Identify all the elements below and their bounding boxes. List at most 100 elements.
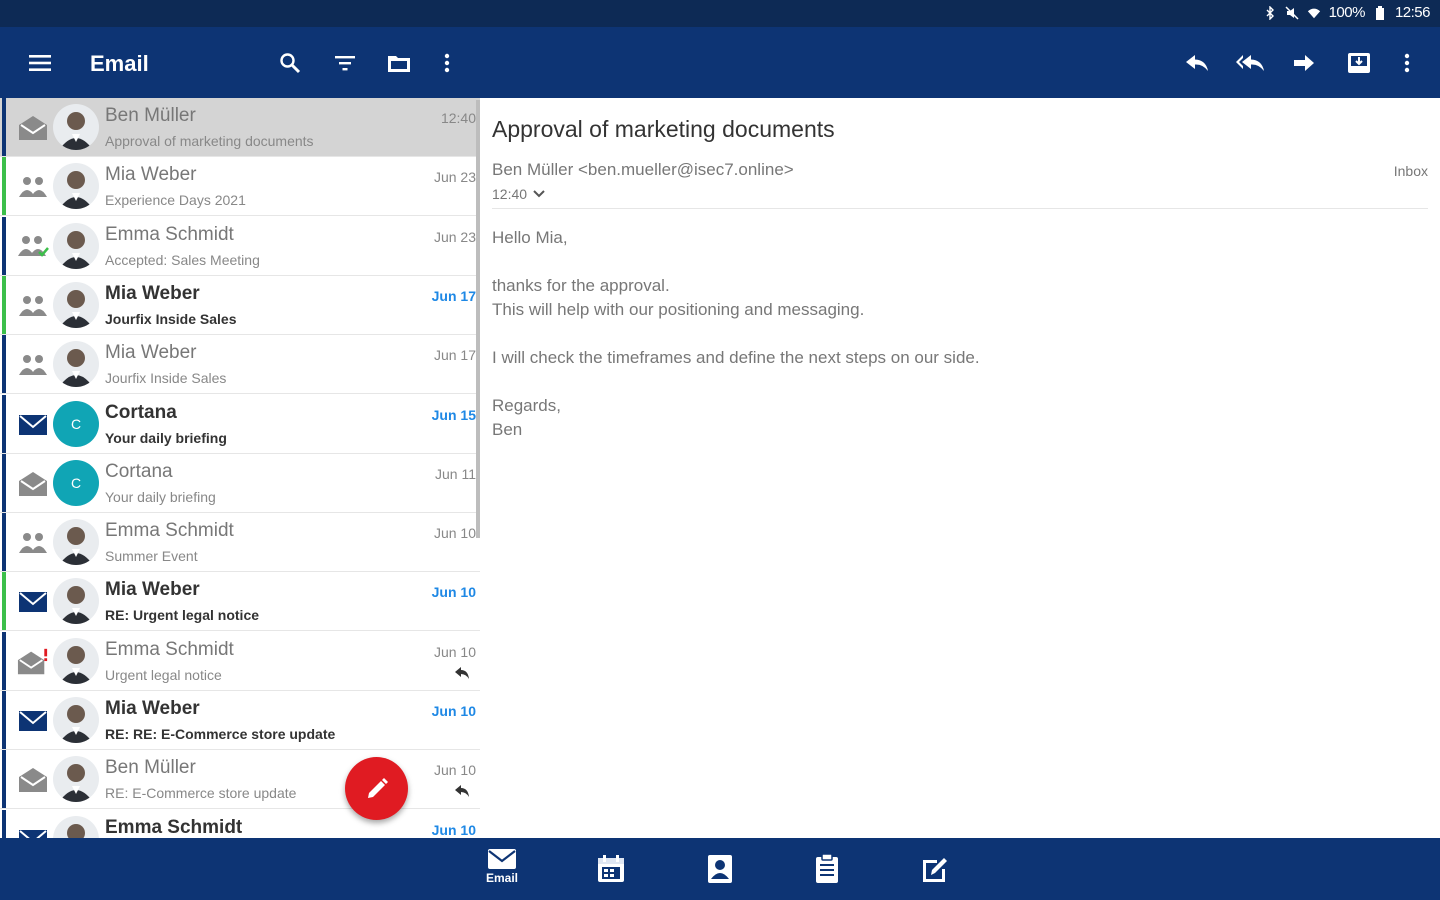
nav-contacts[interactable]: [695, 848, 745, 894]
avatar: [53, 104, 99, 150]
message-date: Jun 10: [431, 821, 476, 838]
account-color-bar: [2, 335, 6, 394]
account-color-bar: [2, 216, 6, 275]
battery-icon: [1373, 5, 1387, 20]
account-color-bar: [2, 691, 6, 749]
more-vert-icon: [1404, 53, 1410, 73]
body-signature: Regards, Ben: [492, 394, 980, 442]
nav-email[interactable]: Email: [477, 848, 527, 894]
message-folder: Inbox: [1393, 163, 1428, 179]
message-subject-preview: Summer Event: [105, 548, 198, 565]
account-color-bar: [2, 453, 6, 512]
meeting-icon: [17, 529, 49, 557]
message-row[interactable]: Ben Müller Approval of marketing document…: [0, 98, 480, 157]
search-button[interactable]: [272, 45, 308, 81]
body-line-1: thanks for the approval.: [492, 276, 670, 295]
menu-button[interactable]: [22, 45, 58, 81]
battery-percent: 100%: [1328, 4, 1366, 21]
nav-tasks[interactable]: [802, 848, 852, 894]
message-subject-preview: Accepted: Sales Meeting: [105, 251, 260, 268]
message-row[interactable]: Mia Weber Jourfix Inside Sales Jun 17: [0, 275, 480, 335]
message-row[interactable]: Emma Schmidt Accepted: Sales Meeting Jun 2…: [0, 216, 480, 276]
message-row[interactable]: Emma Schmidt Urgent legal notice Jun 10: [0, 631, 480, 691]
forward-icon: [1294, 55, 1314, 71]
message-sender: Emma Schmidt: [105, 638, 234, 660]
message-date: Jun 11: [435, 465, 476, 482]
message-subject-preview: Experience Days 2021: [105, 192, 246, 209]
archive-button[interactable]: [1341, 45, 1377, 81]
status-bar: 100% 12:56: [0, 0, 1440, 27]
forward-button[interactable]: [1286, 45, 1322, 81]
message-row[interactable]: Mia Weber RE: Urgent legal notice Jun 10: [0, 572, 480, 632]
filter-icon: [335, 56, 355, 71]
filter-button[interactable]: [327, 45, 363, 81]
folder-icon: [388, 56, 410, 72]
message-subject-preview: RE: Urgent legal notice: [105, 607, 260, 624]
message-date: Jun 17: [431, 287, 476, 304]
reply-icon: [1186, 55, 1208, 71]
envelope-open-icon: [17, 470, 49, 498]
message-list[interactable]: Ben Müller Approval of marketing document…: [0, 98, 480, 838]
account-color-bar: [2, 157, 6, 216]
message-time: 12:40: [492, 186, 528, 202]
account-color-bar: [2, 809, 6, 838]
message-date: 12:40: [440, 110, 476, 126]
message-sender: Cortana: [105, 401, 177, 423]
message-subject-preview: Approval of marketing documents: [105, 133, 314, 149]
folder-button[interactable]: [381, 45, 417, 81]
reader-overflow-menu-button[interactable]: [1389, 45, 1425, 81]
envelope-open-icon: [17, 114, 49, 142]
message-row[interactable]: Mia Weber Jourfix Inside Sales Jun 17: [0, 335, 480, 395]
message-sender: Ben Müller: [105, 105, 196, 126]
bluetooth-icon: [1263, 5, 1277, 20]
account-color-bar: [2, 750, 6, 809]
message-sender: Emma Schmidt: [105, 223, 234, 245]
message-row[interactable]: Mia Weber Experience Days 2021 Jun 23: [0, 157, 480, 217]
envelope-icon: [17, 707, 49, 735]
mute-icon: [1285, 5, 1299, 20]
hamburger-icon: [29, 55, 51, 71]
message-date: Jun 10: [431, 703, 476, 719]
account-color-bar: [2, 394, 6, 453]
meeting-icon: [17, 292, 49, 320]
avatar: [53, 163, 99, 210]
body-line-2: This will help with our positioning and …: [492, 300, 865, 319]
message-row[interactable]: Ben Müller RE: E-Commerce store update Jun…: [0, 750, 480, 810]
reply-all-button[interactable]: [1232, 45, 1268, 81]
avatar: [53, 578, 99, 625]
message-sender: Mia Weber: [105, 698, 200, 719]
message-row[interactable]: C Cortana Your daily briefing Jun 11: [0, 453, 480, 513]
message-subject-preview: Urgent legal notice: [105, 666, 222, 683]
chevron-down-icon: [533, 190, 545, 198]
message-subject-preview: Jourfix Inside Sales: [105, 370, 227, 387]
bottom-navigation: Email: [0, 838, 1440, 900]
archive-icon: [1348, 53, 1370, 73]
message-subject-preview: RE: E-Commerce store update: [105, 785, 297, 802]
message-date: Jun 10: [433, 525, 476, 542]
avatar: [53, 281, 99, 328]
reply-button[interactable]: [1179, 45, 1215, 81]
compose-button[interactable]: [345, 757, 408, 820]
message-time-toggle[interactable]: 12:40: [492, 186, 545, 202]
message-sender: Mia Weber: [105, 164, 197, 186]
avatar: [53, 637, 99, 684]
nav-email-label: Email: [485, 871, 518, 885]
avatar-initial: C: [70, 474, 82, 491]
message-row[interactable]: C Cortana Your daily briefing Jun 15: [0, 394, 480, 454]
meeting-icon: [17, 351, 49, 379]
message-row[interactable]: Mia Weber RE: RE: E-Commerce store update…: [0, 691, 480, 750]
message-date: Jun 23: [433, 228, 476, 245]
tasks-icon: [816, 854, 838, 883]
avatar: [53, 815, 99, 838]
avatar: [53, 341, 99, 388]
message-row[interactable]: Emma Schmidt Jun 10: [0, 809, 480, 838]
nav-calendar[interactable]: [586, 848, 636, 894]
message-subject-preview: Your daily briefing: [105, 429, 227, 446]
overflow-menu-button[interactable]: [429, 45, 465, 81]
app-bar: Email: [0, 27, 1440, 98]
message-row[interactable]: Emma Schmidt Summer Event Jun 10: [0, 513, 480, 573]
nav-notes[interactable]: [910, 848, 960, 894]
avatar: [53, 222, 99, 269]
replied-icon: [454, 784, 470, 798]
message-from[interactable]: Ben Müller <ben.mueller@isec7.online>: [492, 160, 794, 180]
